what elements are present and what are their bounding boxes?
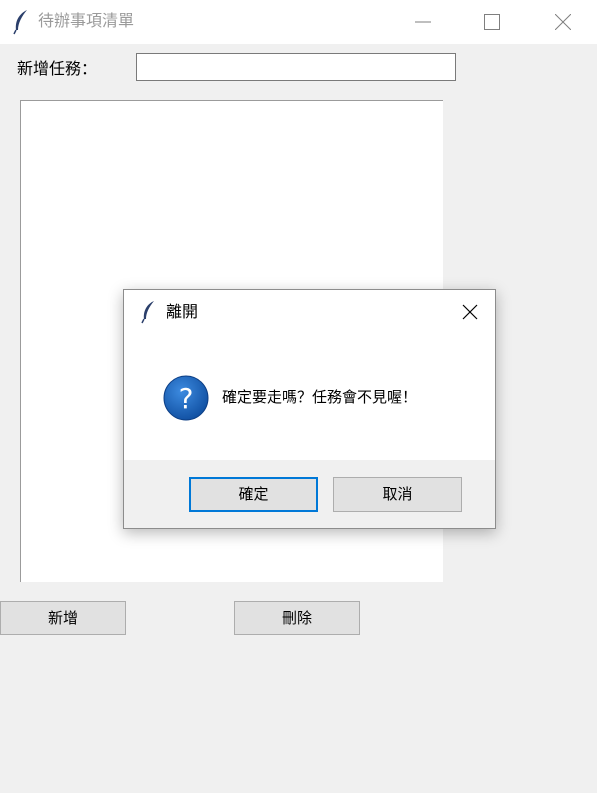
delete-button[interactable]: 刪除 — [234, 601, 360, 635]
close-button[interactable] — [540, 0, 586, 44]
dialog-title: 離開 — [166, 302, 199, 321]
feather-icon — [141, 301, 154, 324]
minimize-button[interactable] — [400, 0, 446, 44]
question-icon: ? — [163, 375, 209, 421]
maximize-icon — [484, 14, 500, 30]
close-icon — [555, 14, 571, 30]
confirm-button[interactable]: 確定 — [189, 477, 318, 512]
dialog-footer: 確定 取消 — [124, 460, 495, 528]
exit-dialog: 離開 ? 確定要走嗎？任務會不見喔！ 確定 取消 — [123, 289, 496, 529]
feather-icon — [13, 10, 27, 35]
dialog-close-icon[interactable] — [460, 302, 480, 322]
task-label: 新增任務： — [17, 59, 98, 78]
svg-text:?: ? — [179, 382, 194, 415]
task-input[interactable] — [136, 53, 456, 81]
maximize-button[interactable] — [469, 0, 515, 44]
window-titlebar: 待辦事項清單 — [0, 0, 597, 44]
minimize-icon — [415, 21, 431, 23]
cancel-button[interactable]: 取消 — [333, 477, 462, 512]
dialog-message: 確定要走嗎？任務會不見喔！ — [222, 388, 418, 406]
window-title: 待辦事項清單 — [38, 11, 135, 30]
add-button[interactable]: 新增 — [0, 601, 126, 635]
